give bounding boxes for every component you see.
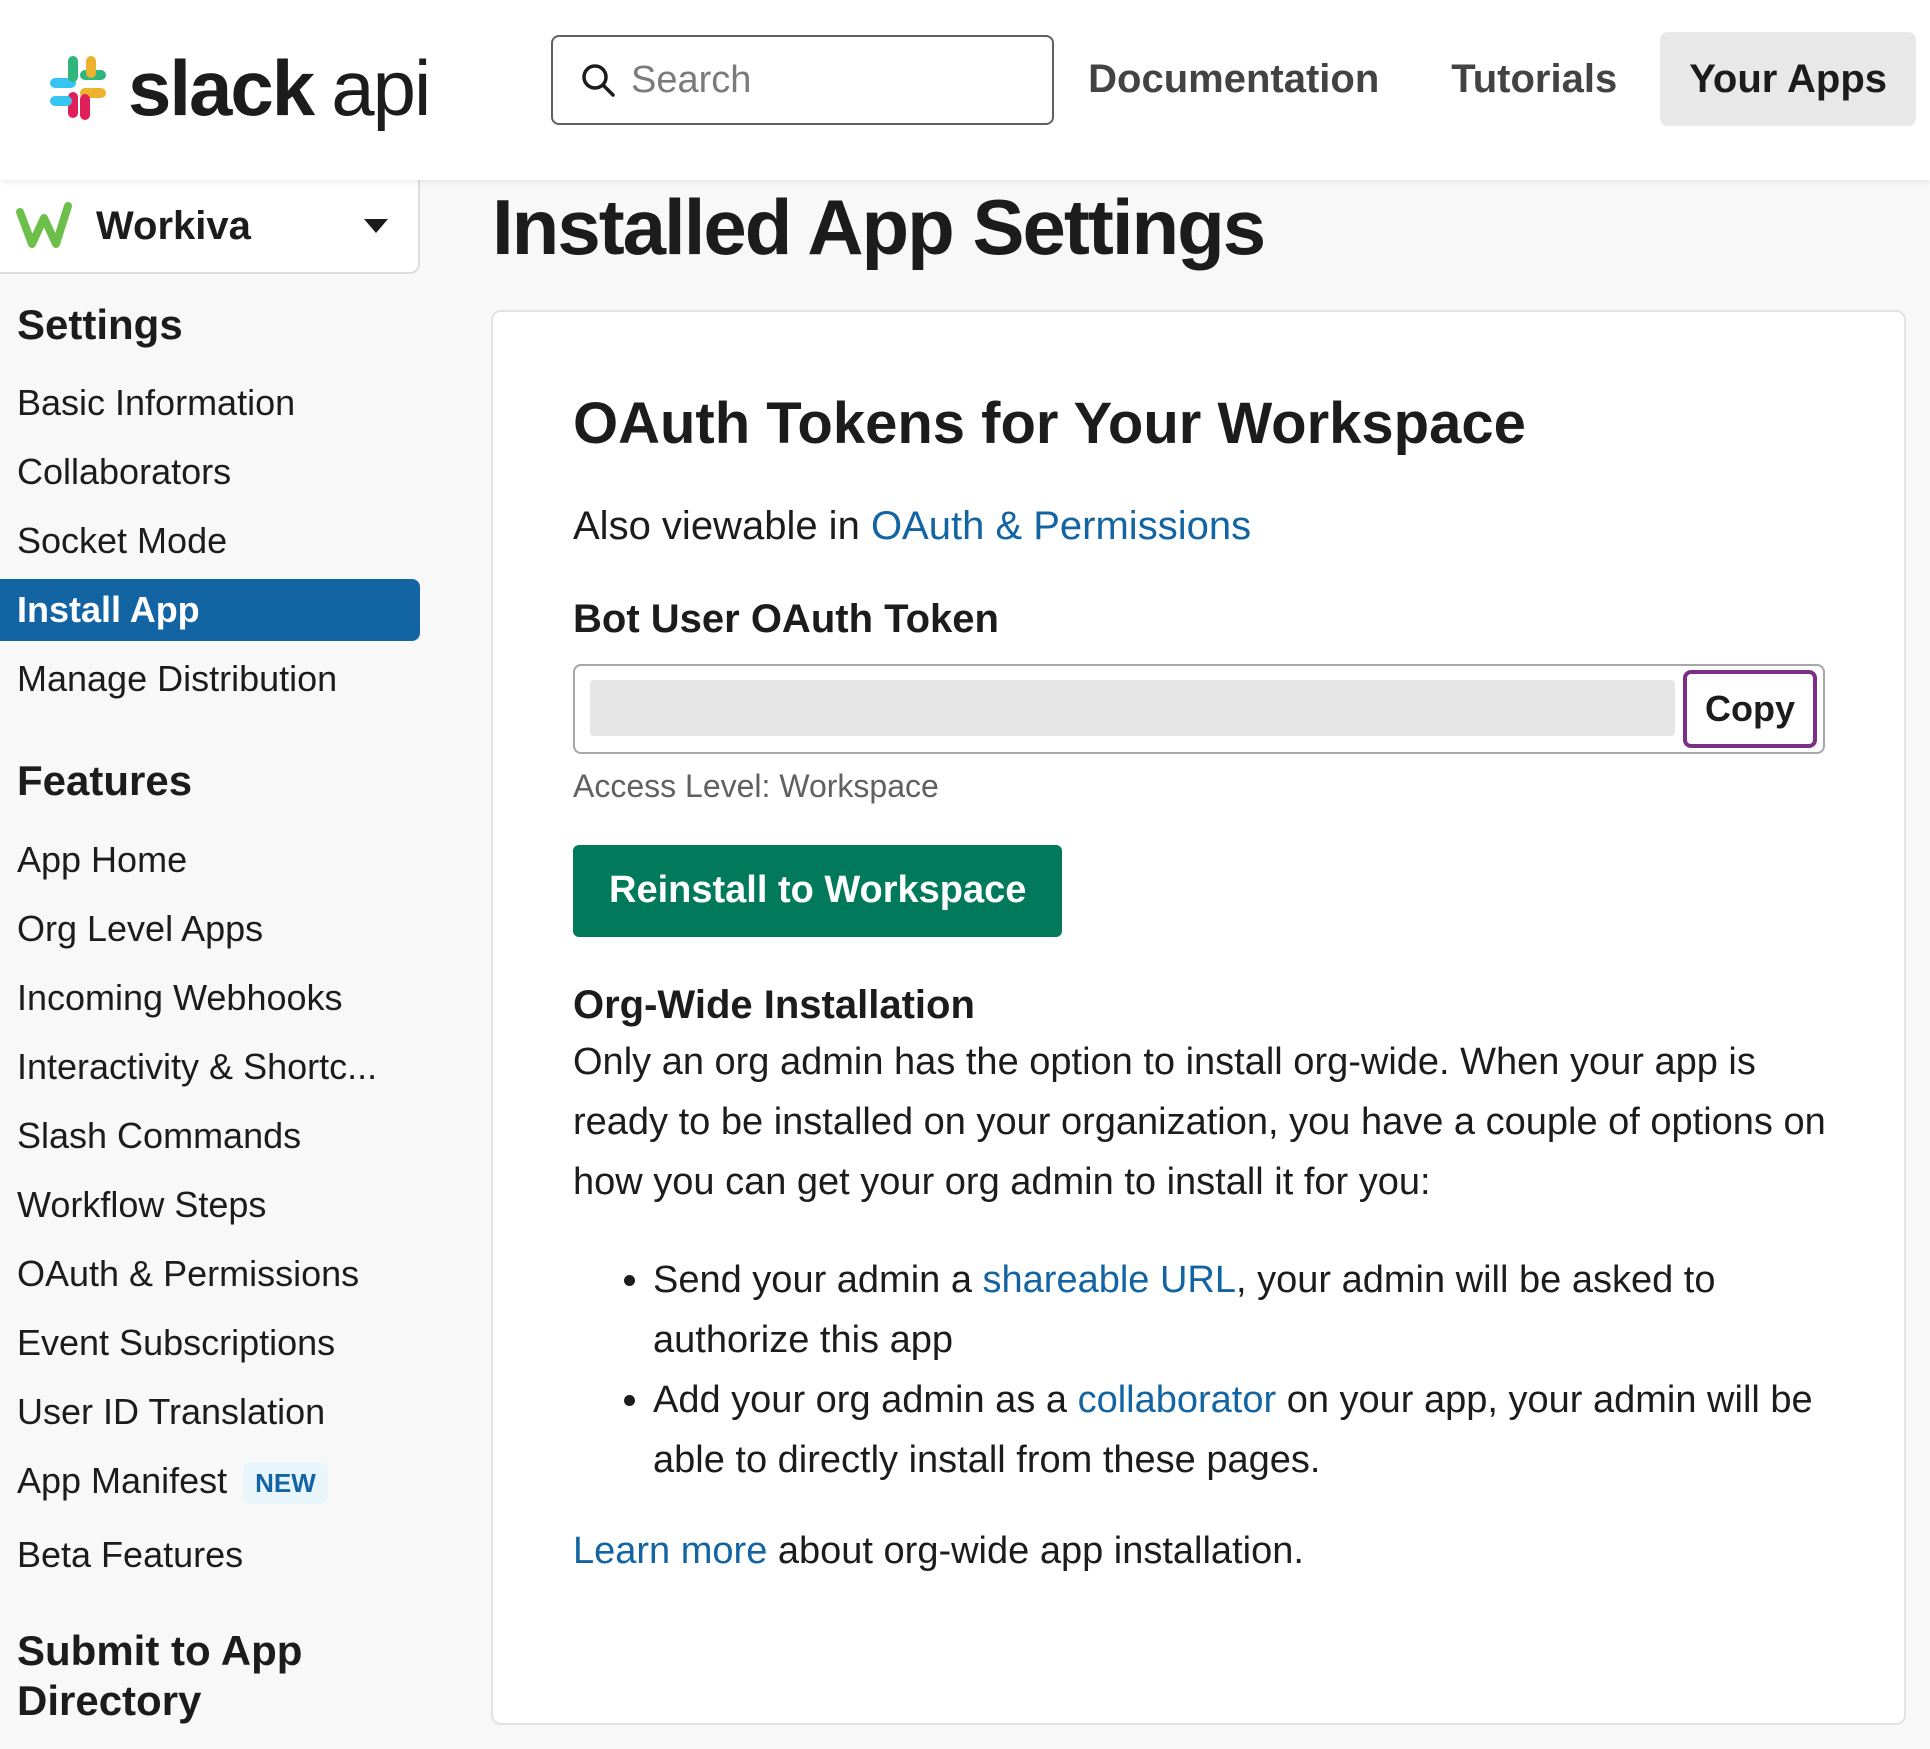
sidebar-item-collaborators[interactable]: Collaborators xyxy=(0,441,420,503)
shareable-url-link[interactable]: shareable URL xyxy=(983,1259,1236,1301)
learn-more-text: Learn more about org-wide app installati… xyxy=(573,1530,1833,1573)
settings-list: Basic Information Collaborators Socket M… xyxy=(0,372,420,710)
chevron-down-icon xyxy=(364,219,388,233)
sidebar-item-socket-mode[interactable]: Socket Mode xyxy=(0,510,420,572)
copy-button[interactable]: Copy xyxy=(1683,669,1817,748)
top-navigation-bar: slackapi Documentation Tutorials Your Ap… xyxy=(0,0,1930,180)
org-wide-description: Only an org admin has the option to inst… xyxy=(573,1040,1826,1203)
workiva-logo-icon xyxy=(16,202,72,248)
reinstall-to-workspace-button[interactable]: Reinstall to Workspace xyxy=(573,844,1063,937)
learn-more-link[interactable]: Learn more xyxy=(573,1530,767,1572)
sidebar-item-slash-commands[interactable]: Slash Commands xyxy=(0,1105,420,1167)
collaborator-link[interactable]: collaborator xyxy=(1078,1379,1277,1421)
sidebar-heading-submit: Submit to App Directory xyxy=(17,1626,303,1725)
viewable-prefix: Also viewable in xyxy=(573,503,871,548)
sidebar-item-label: App Manifest xyxy=(17,1459,228,1501)
sidebar-item-workflow-steps[interactable]: Workflow Steps xyxy=(0,1174,420,1236)
bot-token-field: Copy xyxy=(573,663,1825,754)
search-input[interactable] xyxy=(631,58,1031,102)
new-badge: NEW xyxy=(243,1462,328,1505)
slack-api-logo[interactable]: slack api xyxy=(42,48,431,128)
workspace-selector[interactable]: Workiva xyxy=(0,180,420,274)
page-title: Installed App Settings xyxy=(492,183,1266,271)
sidebar-item-app-manifest[interactable]: App Manifest NEW xyxy=(0,1450,420,1512)
nav-your-apps[interactable]: Your Apps xyxy=(1660,32,1916,126)
option1-prefix: Send your admin a xyxy=(653,1258,983,1301)
access-level-text: Access Level: Workspace xyxy=(573,767,939,804)
logo-api-text: api xyxy=(331,44,431,132)
workspace-name: Workiva xyxy=(96,203,251,248)
install-options-list: Send your admin a shareable URL, your ad… xyxy=(573,1250,1833,1490)
oauth-permissions-link[interactable]: OAuth & Permissions xyxy=(871,504,1251,548)
sidebar-item-incoming-webhooks[interactable]: Incoming Webhooks xyxy=(0,967,420,1029)
sidebar-item-event-subscriptions[interactable]: Event Subscriptions xyxy=(0,1312,420,1374)
sidebar-item-interactivity-shortcuts[interactable]: Interactivity & Shortc... xyxy=(0,1036,420,1098)
org-wide-heading: Org-Wide Installation xyxy=(573,982,975,1027)
features-list: App Home Org Level Apps Incoming Webhook… xyxy=(0,829,420,1586)
list-item: Add your org admin as a collaborator on … xyxy=(653,1370,1833,1490)
sidebar-heading-features: Features xyxy=(17,757,193,805)
sidebar-item-beta-features[interactable]: Beta Features xyxy=(0,1524,420,1586)
nav-documentation[interactable]: Documentation xyxy=(1059,32,1408,126)
sidebar-item-install-app[interactable]: Install App xyxy=(0,579,420,642)
viewable-text: Also viewable in OAuth & Permissions xyxy=(573,504,1833,549)
sidebar-item-org-level-apps[interactable]: Org Level Apps xyxy=(0,898,420,960)
learn-more-suffix: about org-wide app installation. xyxy=(767,1529,1304,1572)
search-icon xyxy=(582,64,615,97)
sidebar: Settings Basic Information Collaborators… xyxy=(0,300,420,1727)
bot-token-label: Bot User OAuth Token xyxy=(573,596,999,641)
option2-prefix: Add your org admin as a xyxy=(653,1378,1078,1421)
sidebar-item-manage-distribution[interactable]: Manage Distribution xyxy=(0,648,420,710)
logo-slack-text: slack xyxy=(128,44,315,132)
search-box[interactable] xyxy=(551,35,1054,125)
top-nav-links: Documentation Tutorials Your Apps xyxy=(1045,32,1916,126)
nav-tutorials[interactable]: Tutorials xyxy=(1422,32,1646,126)
slack-hash-icon xyxy=(50,56,106,120)
sidebar-item-app-home[interactable]: App Home xyxy=(0,829,420,891)
sidebar-item-user-id-translation[interactable]: User ID Translation xyxy=(0,1381,420,1443)
list-item: Send your admin a shareable URL, your ad… xyxy=(653,1250,1833,1370)
oauth-tokens-card: OAuth Tokens for Your Workspace Also vie… xyxy=(491,310,1906,1725)
bot-token-value[interactable] xyxy=(590,679,1675,736)
sidebar-item-basic-information[interactable]: Basic Information xyxy=(0,372,420,434)
card-title: OAuth Tokens for Your Workspace xyxy=(573,391,1526,456)
sidebar-item-oauth-permissions[interactable]: OAuth & Permissions xyxy=(0,1243,420,1305)
sidebar-heading-settings: Settings xyxy=(17,301,183,348)
